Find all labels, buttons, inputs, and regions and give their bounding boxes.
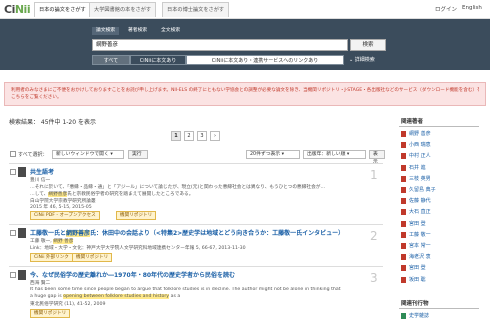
divider bbox=[399, 308, 479, 309]
open-mode-select[interactable]: 新しいウィンドウで開く ▾ bbox=[52, 150, 124, 159]
chevron-down-icon: ▾ bbox=[281, 152, 285, 157]
person-icon bbox=[401, 131, 406, 137]
result-number: 3 bbox=[370, 271, 378, 285]
cinii-logo[interactable]: CiNii bbox=[4, 3, 31, 16]
select-all-label: すべて選択： bbox=[18, 152, 48, 158]
result-number: 2 bbox=[370, 229, 378, 243]
document-icon bbox=[18, 270, 26, 280]
person-icon bbox=[401, 254, 406, 261]
repository-link[interactable]: 機関リポジトリ bbox=[116, 211, 157, 220]
divider bbox=[399, 126, 479, 127]
run-button[interactable]: 実行 bbox=[128, 150, 148, 159]
divider bbox=[9, 163, 383, 164]
tab-fulltext-search[interactable]: 全文検索 bbox=[157, 27, 184, 35]
document-icon bbox=[18, 167, 26, 177]
result-checkbox[interactable] bbox=[10, 272, 16, 278]
person-icon bbox=[401, 198, 406, 205]
related-journals-heading: 関連刊行物 bbox=[401, 301, 429, 307]
filter-fulltext-links[interactable]: CiNiiに本文あり・連携サービスへのリンクあり bbox=[186, 55, 344, 65]
chevron-down-icon: ▾ bbox=[346, 152, 350, 157]
person-icon bbox=[401, 187, 406, 193]
person-icon bbox=[401, 220, 406, 227]
page-1[interactable]: 1 bbox=[171, 131, 181, 141]
result-title[interactable]: 工藤敬一氏と網野善彦氏：休田中の会話より（<特集2>歴史学は地域とどう向き合うか… bbox=[30, 228, 344, 237]
result-number: 1 bbox=[370, 168, 378, 182]
tab-author-search[interactable]: 著者検索 bbox=[124, 27, 151, 35]
notice-detail-link[interactable]: こちらをご覧ください。 bbox=[11, 94, 479, 101]
filter-fulltext[interactable]: CiNiiに本文あり bbox=[130, 55, 186, 65]
result-author[interactable]: 豊川 信一 bbox=[30, 177, 50, 183]
book-icon bbox=[401, 313, 406, 319]
result-snippet-2: a huge gap is opening between folklore s… bbox=[30, 294, 181, 299]
select-all-checkbox[interactable] bbox=[10, 151, 16, 157]
person-icon bbox=[401, 142, 406, 149]
chevron-down-icon: ▾ bbox=[110, 152, 113, 157]
result-journal: Link：地域・大学・文化：神戸大学大学院人文学研究科地域連携センター年報 5,… bbox=[30, 246, 246, 251]
show-button[interactable]: 表示 bbox=[369, 150, 385, 165]
result-checkbox[interactable] bbox=[10, 169, 16, 175]
page-3[interactable]: 3 bbox=[197, 131, 207, 141]
person-icon bbox=[401, 265, 406, 272]
result-title[interactable]: 今、なぜ民俗学の歴史離れか―1970年・80年代の歴史学者から民俗を読む bbox=[30, 270, 235, 279]
person-icon bbox=[401, 164, 406, 171]
related-authors-heading: 関連著者 bbox=[401, 119, 424, 125]
result-detail: 2015 年 46, 5-15, 2015-05 bbox=[30, 205, 92, 210]
search-button[interactable]: 検索 bbox=[350, 39, 386, 51]
tab-search-dissertations[interactable]: 日本の博士論文をさがす bbox=[162, 2, 230, 17]
document-icon bbox=[18, 228, 26, 238]
result-author[interactable]: 西海 賢二 bbox=[30, 280, 50, 286]
person-icon bbox=[401, 153, 406, 160]
tab-search-books[interactable]: 大学図書館の本をさがす bbox=[89, 2, 157, 17]
divider bbox=[9, 266, 383, 267]
page-2[interactable]: 2 bbox=[184, 131, 194, 141]
result-author[interactable]: 工藤 敬一, 網野 善彦 bbox=[30, 238, 74, 244]
advanced-search-link[interactable]: ⌄ 詳細検索 bbox=[349, 55, 375, 65]
top-bar: CiNii 日本の論文をさがす 大学図書館の本をさがす 日本の博士論文をさがす … bbox=[0, 0, 490, 19]
result-snippet: It has been some time since people began… bbox=[30, 287, 341, 292]
results-summary: 検索結果： 45件中 1-20 を表示 bbox=[9, 119, 96, 126]
repository-link[interactable]: 機関リポジトリ bbox=[30, 309, 71, 318]
person-icon bbox=[401, 209, 406, 216]
login-link[interactable]: ログイン bbox=[435, 5, 457, 13]
search-input[interactable]: 網野善彦 bbox=[92, 39, 348, 51]
service-notice: 利用者のみなさまにご不便をおかけしておりますことをお詫び申し上げます。NII-E… bbox=[4, 82, 486, 106]
filter-all[interactable]: すべて bbox=[92, 55, 130, 65]
tab-search-articles[interactable]: 日本の論文をさがす bbox=[34, 2, 91, 17]
cinii-external-link[interactable]: CiNii 外部リンク bbox=[30, 253, 73, 262]
repository-link[interactable]: 機関リポジトリ bbox=[72, 253, 113, 262]
divider bbox=[9, 224, 383, 225]
sort-select[interactable]: 出版年：新しい順 ▾ bbox=[303, 150, 366, 159]
result-checkbox[interactable] bbox=[10, 230, 16, 236]
english-link[interactable]: English bbox=[462, 5, 482, 11]
search-band: 論文検索 著者検索 全文検索 網野善彦 検索 すべて CiNiiに本文あり Ci… bbox=[0, 19, 490, 70]
person-icon bbox=[401, 175, 406, 182]
person-icon bbox=[401, 231, 406, 238]
next-page[interactable]: › bbox=[210, 131, 220, 141]
per-page-select[interactable]: 20件ずつ表示 ▾ bbox=[246, 150, 300, 159]
result-title[interactable]: 共生語考 bbox=[30, 167, 54, 176]
result-journal: 東北民俗学研究 (11), 41-52, 2009 bbox=[30, 302, 106, 307]
result-snippet-2: …して、網野善彦氏と宗教民俗学者の研究を踏まえて展開したところである。 bbox=[30, 192, 194, 197]
person-icon bbox=[401, 243, 406, 249]
person-icon bbox=[401, 276, 406, 283]
cinii-pdf-link[interactable]: CiNii PDF - オープンアクセス bbox=[30, 211, 100, 220]
tab-article-search[interactable]: 論文検索 bbox=[92, 27, 120, 35]
result-snippet: …それに於いて、「悪縁・品縁・通」と「アジール」について論じたが、現立(元)と関… bbox=[30, 185, 326, 190]
